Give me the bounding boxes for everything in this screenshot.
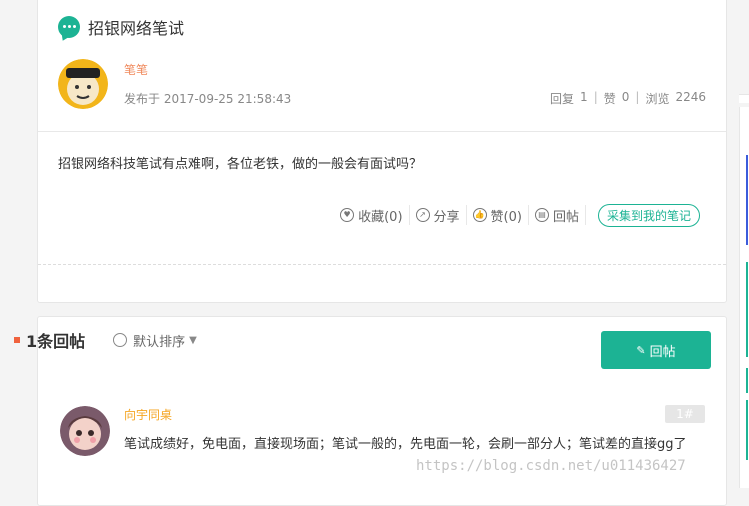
sort-dropdown[interactable]: 默认排序 ▼ bbox=[113, 331, 197, 350]
post-content: 招银网络科技笔试有点难啊，各位老铁，做的一般会有面试吗？ bbox=[58, 157, 423, 172]
like-label: 赞 bbox=[603, 92, 616, 106]
reply-author-name[interactable]: 向宇同桌 bbox=[124, 406, 172, 423]
post-title-row: 招银网络笔试 bbox=[58, 15, 184, 39]
collect-button[interactable]: ♥ 收藏(0) bbox=[334, 205, 408, 225]
sidebar-accent-green bbox=[746, 262, 748, 357]
floor-badge: 1# bbox=[665, 405, 705, 423]
pencil-icon: ✎ bbox=[636, 343, 646, 357]
share-button[interactable]: ↗ 分享 bbox=[408, 205, 466, 225]
view-count: 2246 bbox=[675, 90, 706, 104]
chevron-down-icon: ▼ bbox=[189, 334, 197, 346]
sidebar-accent-blue bbox=[746, 155, 748, 245]
dashed-divider bbox=[38, 264, 726, 265]
replies-header: 1条回帖 默认排序 ▼ bbox=[14, 328, 197, 352]
author-avatar[interactable] bbox=[58, 59, 108, 109]
reply-count: 1 bbox=[580, 90, 588, 104]
section-marker bbox=[14, 337, 20, 343]
stats-separator: | bbox=[593, 90, 598, 104]
view-label: 浏览 bbox=[645, 92, 670, 106]
thumbs-up-icon: 👍 bbox=[472, 208, 487, 222]
author-name[interactable]: 笔笔 bbox=[124, 61, 148, 78]
sort-label: 默认排序 bbox=[133, 334, 186, 350]
heart-icon: ♥ bbox=[340, 208, 355, 222]
like-label: 赞(0) bbox=[490, 209, 522, 225]
book-icon: ▤ bbox=[534, 208, 549, 222]
share-icon: ↗ bbox=[415, 208, 430, 222]
reply-label: 回复 bbox=[550, 92, 575, 106]
save-to-notes-button[interactable]: 采集到我的笔记 bbox=[597, 203, 700, 227]
reply-author-avatar[interactable] bbox=[60, 406, 110, 456]
watermark: https://blog.csdn.net/u011436427 bbox=[416, 458, 686, 474]
sort-icon bbox=[113, 333, 128, 347]
post-card: 招银网络笔试 笔笔 发布于 2017-09-25 21:58:43 回复 1 |… bbox=[37, 0, 727, 303]
post-actions: ♥ 收藏(0) ↗ 分享 👍 赞(0) ▤ 回帖 采集到我的笔记 bbox=[334, 203, 706, 227]
stats-separator: | bbox=[635, 90, 640, 104]
post-title: 招银网络笔试 bbox=[88, 19, 185, 38]
sidebar-accent-green bbox=[746, 368, 748, 393]
save-note-wrapper: 采集到我的笔记 bbox=[584, 203, 706, 227]
like-count: 0 bbox=[621, 90, 630, 104]
collect-label: 收藏(0) bbox=[358, 209, 403, 225]
reply-count-title: 1条回帖 bbox=[26, 332, 86, 351]
reply-button-label: 回帖 bbox=[649, 344, 676, 360]
reply-action-label: 回帖 bbox=[552, 209, 579, 225]
sidebar-edge-top bbox=[739, 94, 749, 103]
reply-content: 笔试成绩好，免电面，直接现场面；笔试一般的，先电面一轮，会刷一部分人；笔试差的直… bbox=[124, 437, 687, 452]
reply-button[interactable]: ✎ 回帖 bbox=[601, 331, 711, 369]
post-stats: 回复 1 | 赞 0 | 浏览 2246 bbox=[550, 90, 706, 107]
publish-time: 发布于 2017-09-25 21:58:43 bbox=[124, 92, 292, 106]
sidebar-accent-green bbox=[746, 400, 748, 460]
reply-action-button[interactable]: ▤ 回帖 bbox=[527, 205, 585, 225]
like-button[interactable]: 👍 赞(0) bbox=[465, 205, 528, 225]
post-divider bbox=[38, 131, 726, 132]
chat-bubble-icon bbox=[58, 16, 80, 38]
share-label: 分享 bbox=[433, 209, 460, 225]
